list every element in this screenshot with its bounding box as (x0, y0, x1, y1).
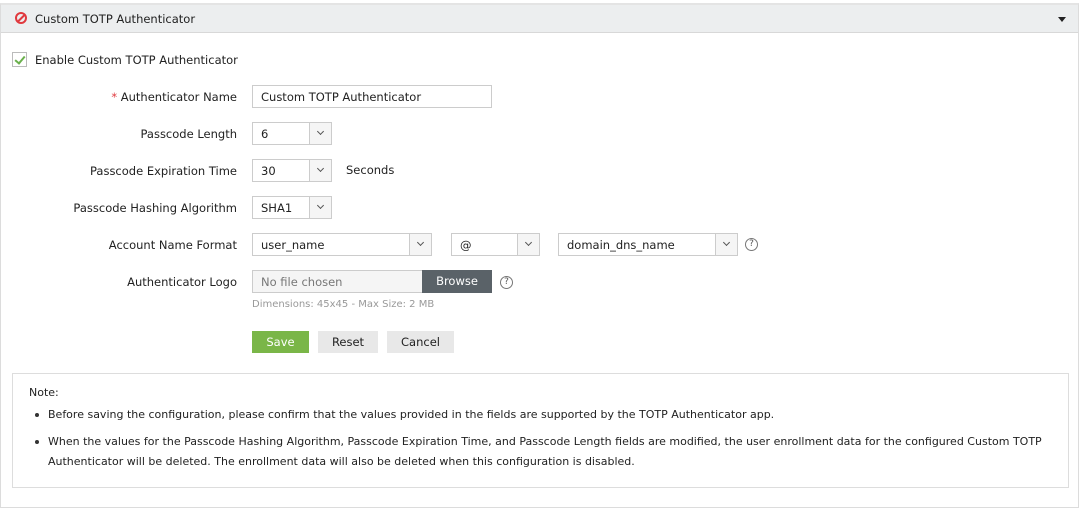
disabled-icon (15, 12, 27, 24)
account-user-select[interactable]: user_name (252, 233, 432, 256)
account-user-value: user_name (261, 238, 325, 252)
note-title: Note: (29, 386, 59, 399)
note-item: When the values for the Passcode Hashing… (33, 432, 1053, 472)
chevron-down-icon (309, 197, 331, 218)
file-placeholder: No file chosen (261, 275, 343, 289)
account-format-label: Account Name Format (108, 238, 237, 252)
chevron-down-icon (309, 160, 331, 181)
expiration-value: 30 (261, 164, 276, 178)
authenticator-name-label: * Authenticator Name (111, 90, 237, 104)
account-separator-value: @ (460, 238, 472, 252)
help-icon[interactable]: ? (745, 238, 758, 251)
account-domain-value: domain_dns_name (567, 238, 675, 252)
enable-label: Enable Custom TOTP Authenticator (35, 53, 238, 67)
passcode-length-value: 6 (261, 127, 269, 141)
cancel-button[interactable]: Cancel (387, 331, 454, 353)
chevron-down-icon (517, 234, 539, 255)
expiration-unit: Seconds (346, 163, 395, 177)
help-icon[interactable]: ? (500, 276, 513, 289)
note-list: Before saving the configuration, please … (33, 405, 1053, 479)
panel-header[interactable]: Custom TOTP Authenticator (1, 5, 1078, 33)
caret-down-icon[interactable] (1058, 17, 1066, 22)
authenticator-name-input[interactable]: Custom TOTP Authenticator (252, 85, 492, 108)
hashing-select[interactable]: SHA1 (252, 196, 332, 219)
logo-hint: Dimensions: 45x45 - Max Size: 2 MB (252, 299, 435, 310)
passcode-length-label: Passcode Length (140, 127, 237, 141)
note-box: Note: Before saving the configuration, p… (12, 373, 1069, 488)
save-button[interactable]: Save (252, 331, 309, 353)
chevron-down-icon (715, 234, 737, 255)
expiration-select[interactable]: 30 (252, 159, 332, 182)
passcode-length-select[interactable]: 6 (252, 122, 332, 145)
note-item: Before saving the configuration, please … (33, 405, 1053, 425)
logo-label: Authenticator Logo (127, 275, 237, 289)
hashing-value: SHA1 (261, 201, 293, 215)
chevron-down-icon (409, 234, 431, 255)
account-separator-select[interactable]: @ (451, 233, 540, 256)
chevron-down-icon (309, 123, 331, 144)
account-domain-select[interactable]: domain_dns_name (558, 233, 738, 256)
panel-title: Custom TOTP Authenticator (35, 12, 196, 26)
reset-button[interactable]: Reset (318, 331, 378, 353)
enable-checkbox[interactable] (12, 52, 27, 67)
logo-file-input[interactable]: No file chosen Browse (252, 270, 492, 293)
required-mark: * (111, 90, 118, 104)
browse-button[interactable]: Browse (422, 270, 492, 293)
hashing-label: Passcode Hashing Algorithm (73, 201, 237, 215)
authenticator-name-label-text: Authenticator Name (120, 90, 237, 104)
expiration-label: Passcode Expiration Time (89, 164, 237, 178)
